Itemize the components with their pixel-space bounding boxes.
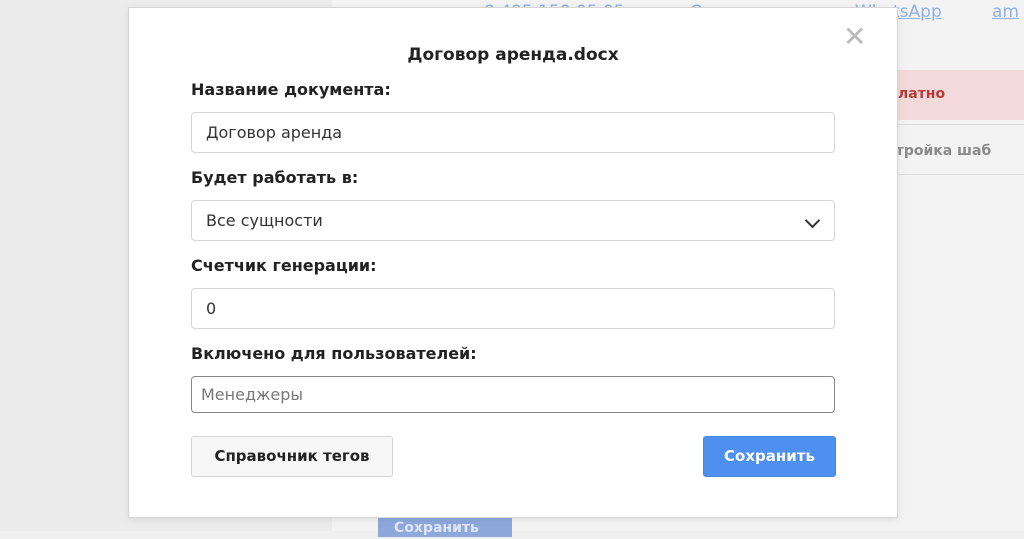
generation-counter-input[interactable]: 0 <box>191 288 835 329</box>
chevron-down-icon <box>804 212 821 229</box>
background-am-link: am <box>992 2 1019 22</box>
modal-title: Договор аренда.docx <box>407 45 619 65</box>
edit-document-modal: ✕ Договор аренда.docx Название документа… <box>128 7 898 518</box>
document-name-input[interactable]: Договор аренда <box>191 112 835 153</box>
enabled-users-input[interactable] <box>191 376 835 413</box>
document-name-label: Название документа: <box>191 80 391 99</box>
background-save-button: Сохранить <box>378 517 512 537</box>
enabled-users-label: Включено для пользователей: <box>191 344 477 363</box>
works-in-label: Будет работать в: <box>191 168 359 187</box>
save-button[interactable]: Сохранить <box>703 436 836 477</box>
works-in-value: Все сущности <box>206 211 323 230</box>
works-in-select[interactable]: Все сущности <box>191 200 835 241</box>
tags-reference-button[interactable]: Справочник тегов <box>191 436 393 477</box>
generation-counter-label: Счетчик генерации: <box>191 256 377 275</box>
